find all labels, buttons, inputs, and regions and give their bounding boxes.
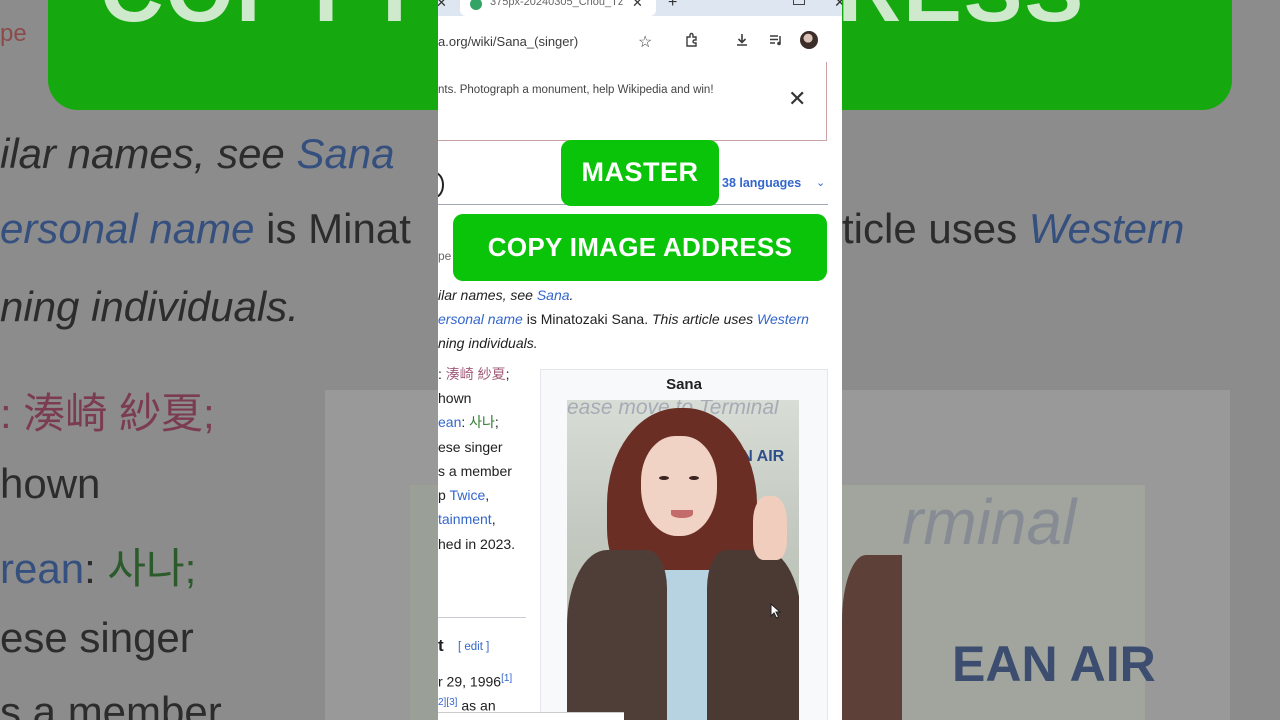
hatnote-link-sana[interactable]: Sana — [537, 287, 570, 303]
body-line-8: hed in 2023. — [438, 536, 516, 552]
tab-close-icon[interactable]: ✕ — [632, 0, 643, 11]
download-icon[interactable] — [734, 32, 750, 53]
languages-button[interactable]: 38 languages — [722, 176, 801, 190]
twice-link[interactable]: Twice — [449, 487, 485, 503]
bottom-line-1: r 29, 1996[1] — [438, 673, 513, 690]
section-edit-link[interactable]: [ edit ] — [458, 641, 489, 653]
body-line-7: tainment, — [438, 511, 496, 527]
background-right: DRESS ticle uses Western rminal EAN AIR — [842, 0, 1280, 720]
background-jp: : 湊崎 紗夏; — [0, 390, 215, 437]
caption-copy-image-address: COPY IMAGE ADDRESS — [453, 214, 827, 281]
caption-master: MASTER — [561, 140, 719, 206]
mouse-cursor-icon — [770, 603, 782, 619]
background-line3: ning individuals. — [0, 283, 299, 330]
body-line-1: : 湊崎 紗夏; — [438, 366, 510, 382]
hatnote-link-western[interactable]: Western — [757, 311, 809, 327]
background-green-text-right: DRESS — [842, 0, 1085, 42]
ref-links-2-3[interactable]: 2][3] — [438, 697, 457, 708]
banner-close-icon[interactable]: ✕ — [788, 86, 806, 112]
body-line-5: s a member — [438, 463, 512, 479]
photo-eye-left — [659, 476, 669, 480]
background-green-banner-right: DRESS — [842, 0, 1232, 110]
korean-link[interactable]: ean — [438, 414, 461, 430]
extensions-icon[interactable] — [684, 32, 700, 53]
window-close-icon[interactable]: ✕ — [834, 0, 842, 11]
banner-text[interactable]: nts. Photograph a monument, help Wikiped… — [438, 84, 714, 96]
background-line2-right: ticle uses Western — [842, 205, 1185, 252]
photo-hand — [753, 496, 787, 560]
section-divider — [438, 617, 526, 618]
body-line-6: p Twice, — [438, 487, 490, 503]
body-line-2: hown — [438, 390, 472, 406]
url-text[interactable]: a.org/wiki/Sana_(singer) — [438, 34, 578, 49]
background-photo-right: rminal EAN AIR — [842, 485, 1156, 720]
caption-master-text: MASTER — [581, 157, 699, 187]
tab-bar: ✕ 375px-20240305_Chou_Tz ✕ + ✕ — [438, 0, 842, 16]
status-bar — [438, 712, 624, 720]
hatnote-line2: ersonal name is Minatozaki Sana. This ar… — [438, 311, 809, 327]
tagline-fragment: pe — [438, 249, 452, 263]
photo-jacket-left — [567, 550, 667, 720]
browser-window: ✕ 375px-20240305_Chou_Tz ✕ + ✕ a.org/wik… — [438, 0, 842, 720]
new-tab-icon[interactable]: + — [668, 0, 677, 12]
title-fragment — [438, 172, 444, 198]
infobox: Sana ease move to Terminal EAN AIR — [540, 369, 828, 720]
photo-face — [641, 436, 717, 536]
background-small-edge: pe — [0, 20, 27, 47]
background-photo-airline: EAN AIR — [952, 636, 1156, 692]
photo-jacket-right — [707, 550, 799, 720]
address-bar[interactable]: a.org/wiki/Sana_(singer) ☆ — [438, 16, 842, 62]
infobox-photo[interactable]: ease move to Terminal EAN AIR — [567, 400, 799, 720]
background-hown: hown — [0, 460, 101, 507]
background-member: s a member — [0, 688, 222, 720]
background-ese-singer: ese singer — [0, 614, 194, 661]
photo-lips — [671, 510, 693, 518]
photo-eye-right — [689, 476, 699, 480]
background-green-banner-left: COPY I — [48, 0, 438, 110]
background-line2: ersonal name is Minat — [0, 205, 411, 252]
profile-avatar-icon[interactable] — [800, 31, 818, 49]
maximize-icon[interactable] — [793, 0, 805, 5]
background-photo-text: rminal — [902, 486, 1077, 558]
section-heading: t — [438, 636, 444, 655]
hatnote-link-personal-name[interactable]: ersonal name — [438, 311, 523, 327]
entertainment-link[interactable]: tainment — [438, 511, 492, 527]
body-line-4: ese singer — [438, 439, 503, 455]
media-controls-icon[interactable] — [768, 32, 784, 53]
background-green-text-left: COPY I — [100, 0, 409, 42]
hatnote-line3: ning individuals. — [438, 335, 538, 351]
hatnote-line1: ilar names, see Sana. — [438, 287, 574, 303]
tab-title: 375px-20240305_Chou_Tz — [490, 0, 624, 8]
bookmark-star-icon[interactable]: ☆ — [638, 32, 652, 52]
infobox-title: Sana — [666, 376, 702, 393]
background-left: COPY I pe ilar names, see Sana ersonal n… — [0, 0, 438, 720]
background-photo-hair — [842, 555, 902, 720]
chevron-down-icon[interactable]: ⌄ — [816, 176, 825, 189]
caption-copy-image-address-text: COPY IMAGE ADDRESS — [487, 232, 793, 262]
favicon-icon — [470, 0, 482, 10]
background-photo-left — [410, 485, 438, 720]
ref-link-1[interactable]: [1] — [501, 673, 512, 684]
prev-tab-close-icon[interactable]: ✕ — [438, 0, 447, 11]
site-notice-banner: nts. Photograph a monument, help Wikiped… — [438, 62, 827, 141]
active-tab[interactable]: 375px-20240305_Chou_Tz ✕ — [460, 0, 656, 16]
background-line1: ilar names, see Sana — [0, 130, 395, 177]
body-line-3: ean: 사나; — [438, 414, 499, 430]
background-rean: rean: 사나; — [0, 545, 197, 592]
